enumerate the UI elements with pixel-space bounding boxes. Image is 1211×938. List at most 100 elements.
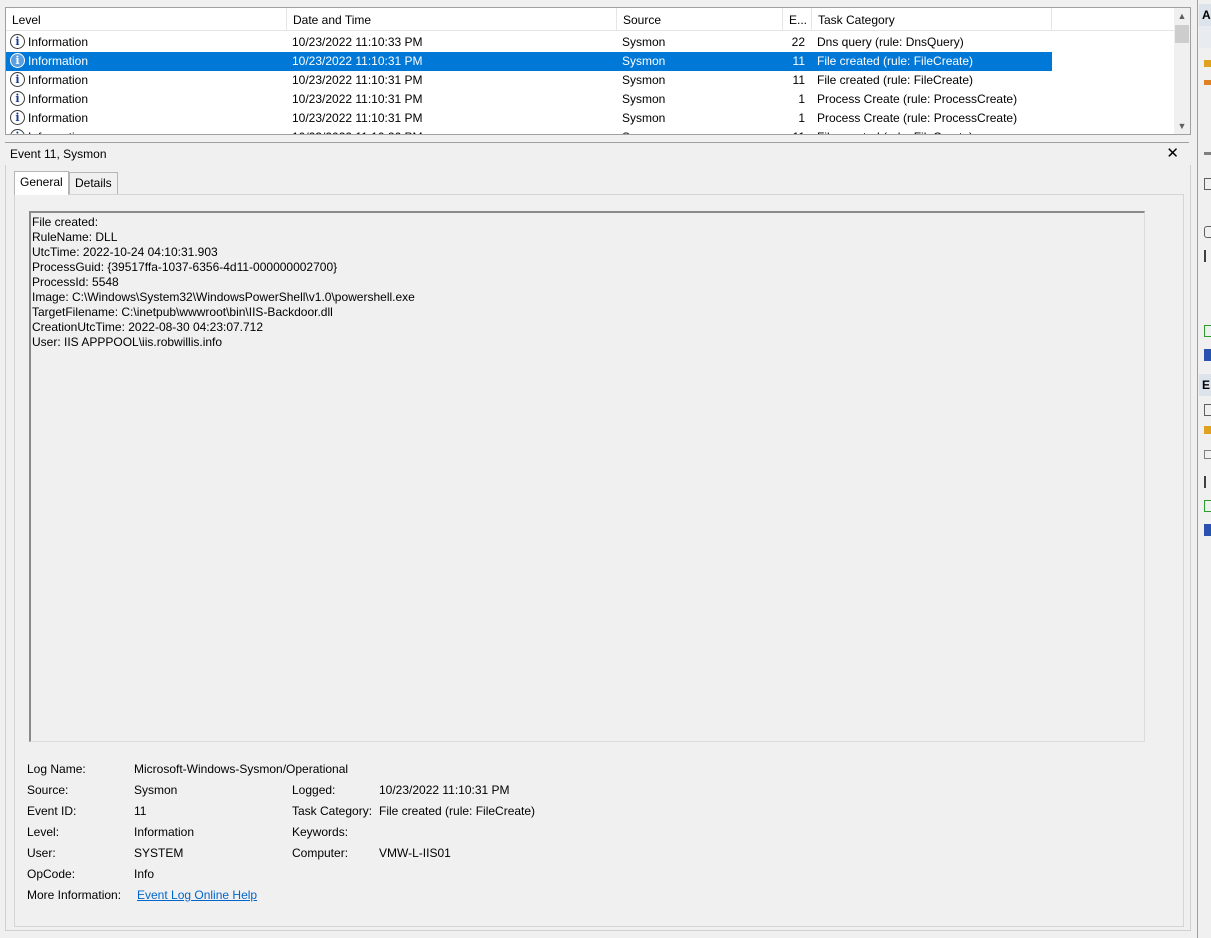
close-icon[interactable]: ✕ <box>1166 144 1179 162</box>
user-value: SYSTEM <box>134 846 184 860</box>
logged-value: 10/23/2022 11:10:31 PM <box>379 783 510 797</box>
help-event-icon[interactable] <box>1204 524 1211 536</box>
column-header-source[interactable]: Source <box>617 8 783 30</box>
source-cell: Sysmon <box>622 54 666 68</box>
message-line: RuleName: DLL <box>32 230 118 244</box>
general-tab-panel: File created: RuleName: DLL UtcTime: 2022-… <box>14 194 1184 927</box>
level-cell: Information <box>28 35 89 49</box>
message-line: User: IIS APPPOOL\iis.robwillis.info <box>32 335 223 349</box>
source-cell: Sysmon <box>622 73 666 87</box>
message-line: TargetFilename: C:\inetpub\wwwroot\bin\I… <box>32 305 333 319</box>
task-category-cell: Process Create (rule: ProcessCreate) <box>817 111 1018 125</box>
level-cell: Information <box>28 111 89 125</box>
tab-general[interactable]: General <box>14 171 69 195</box>
actions-header[interactable]: A <box>1199 4 1211 26</box>
refresh-icon[interactable] <box>1204 325 1211 337</box>
find-icon[interactable] <box>1204 226 1211 238</box>
actions-subheader[interactable] <box>1199 26 1211 48</box>
table-row[interactable]: i Information 10/23/2022 11:10:31 PM Sysmon… <box>6 52 1052 71</box>
help-icon[interactable] <box>1204 349 1211 361</box>
information-icon: i <box>10 34 25 49</box>
message-line: ProcessId: 5548 <box>32 275 119 289</box>
copy-icon[interactable] <box>1204 450 1211 459</box>
table-row[interactable]: i Information 10/23/2022 11:10:31 PM Sysmon… <box>6 109 1052 128</box>
scroll-up-icon[interactable]: ▲ <box>1174 8 1190 24</box>
scroll-down-icon[interactable]: ▼ <box>1174 118 1190 134</box>
level-cell: Information <box>28 92 89 106</box>
save-icon[interactable] <box>1204 250 1211 262</box>
save-selected-icon[interactable] <box>1204 476 1211 488</box>
event-list[interactable]: Level Date and Time Source E... Task Cat… <box>5 7 1191 135</box>
datetime-cell: 10/23/2022 11:10:33 PM <box>292 35 423 49</box>
opcode-value: Info <box>134 867 155 881</box>
list-header: Level Date and Time Source E... Task Cat… <box>6 8 1177 31</box>
folder-icon[interactable] <box>1204 60 1211 67</box>
table-row[interactable]: iInformation 10/23/2022 11:10:26 PM Sysmon… <box>6 128 1052 134</box>
source-cell: Sysmon <box>622 35 666 49</box>
source-label: Source: <box>27 783 69 797</box>
scrollbar-thumb[interactable] <box>1175 25 1189 43</box>
event-actions-header[interactable]: E <box>1199 374 1211 396</box>
source-cell: Sysmon <box>622 128 772 134</box>
information-icon: i <box>10 72 25 87</box>
event-id-cell: 22 <box>791 35 805 49</box>
table-row[interactable]: i Information 10/23/2022 11:10:31 PM Sysmon… <box>6 90 1052 109</box>
message-line: File created: <box>32 215 99 229</box>
keywords-label: Keywords: <box>292 825 349 839</box>
event-id-cell: 11 <box>783 128 805 134</box>
refresh-event-icon[interactable] <box>1204 500 1211 512</box>
source-value: Sysmon <box>134 783 178 797</box>
task-category-cell: Dns query (rule: DnsQuery) <box>817 35 964 49</box>
task-category-cell: File created (rule: FileCreate) <box>817 73 974 87</box>
level-cell: Information <box>28 73 89 87</box>
information-icon: i <box>10 53 25 68</box>
event-id-cell: 11 <box>792 54 805 68</box>
message-line: Image: C:\Windows\System32\WindowsPowerS… <box>32 290 415 304</box>
datetime-cell: 10/23/2022 11:10:26 PM <box>292 128 612 134</box>
event-message-box[interactable]: File created: RuleName: DLL UtcTime: 2022-… <box>29 211 1145 742</box>
level-value: Information <box>134 825 195 839</box>
message-line: ProcessGuid: {39517ffa-1037-6356-4d11-00… <box>32 260 338 274</box>
message-line: UtcTime: 2022-10-24 04:10:31.903 <box>32 245 218 259</box>
table-row[interactable]: i Information 10/23/2022 11:10:31 PM Sysmon… <box>6 71 1052 90</box>
log-name-value: Microsoft-Windows-Sysmon/Operational <box>134 762 349 776</box>
datetime-cell: 10/23/2022 11:10:31 PM <box>292 54 423 68</box>
level-cell: Information <box>28 54 89 68</box>
attach-task-icon[interactable] <box>1204 426 1211 434</box>
event-list-scrollbar[interactable]: ▲ ▼ <box>1174 8 1190 134</box>
logged-label: Logged: <box>292 783 336 797</box>
tab-details[interactable]: Details <box>69 172 118 194</box>
details-body: General Details File created: RuleName: D… <box>5 165 1191 931</box>
more-information-label: More Information: <box>27 888 122 902</box>
column-header-date-time[interactable]: Date and Time <box>287 8 617 30</box>
source-cell: Sysmon <box>622 111 666 125</box>
properties-icon[interactable] <box>1204 178 1211 190</box>
opcode-label: OpCode: <box>27 867 76 881</box>
information-icon: i <box>10 91 25 106</box>
datetime-cell: 10/23/2022 11:10:31 PM <box>292 111 423 125</box>
event-id-cell: 1 <box>798 92 805 106</box>
details-title: Event 11, Sysmon <box>10 147 107 161</box>
message-line: CreationUtcTime: 2022-08-30 04:23:07.712 <box>32 320 264 334</box>
level-label: Level: <box>27 825 60 839</box>
task-category-cell: File created (rule: FileCreate) <box>817 128 1052 134</box>
computer-value: VMW-L-IIS01 <box>379 846 451 860</box>
user-label: User: <box>27 846 56 860</box>
task-category-label: Task Category: <box>292 804 373 818</box>
event-id-value: 11 <box>134 804 147 818</box>
filter-icon[interactable] <box>1204 80 1211 86</box>
information-icon: i <box>10 129 25 134</box>
filter-log-icon[interactable] <box>1204 152 1211 157</box>
event-properties-icon[interactable] <box>1204 404 1211 416</box>
datetime-cell: 10/23/2022 11:10:31 PM <box>292 92 423 106</box>
event-log-online-help-link[interactable]: Event Log Online Help <box>137 888 257 902</box>
event-id-cell: 11 <box>792 73 805 87</box>
table-row[interactable]: i Information 10/23/2022 11:10:33 PM Sysmon… <box>6 33 1052 52</box>
column-header-task-category[interactable]: Task Category <box>812 8 1052 30</box>
information-icon: i <box>10 110 25 125</box>
column-header-level[interactable]: Level <box>6 8 287 30</box>
event-id-label: Event ID: <box>27 804 77 818</box>
column-header-event-id[interactable]: E... <box>783 8 812 30</box>
actions-pane: A E <box>1197 0 1211 938</box>
event-id-cell: 1 <box>798 111 805 125</box>
